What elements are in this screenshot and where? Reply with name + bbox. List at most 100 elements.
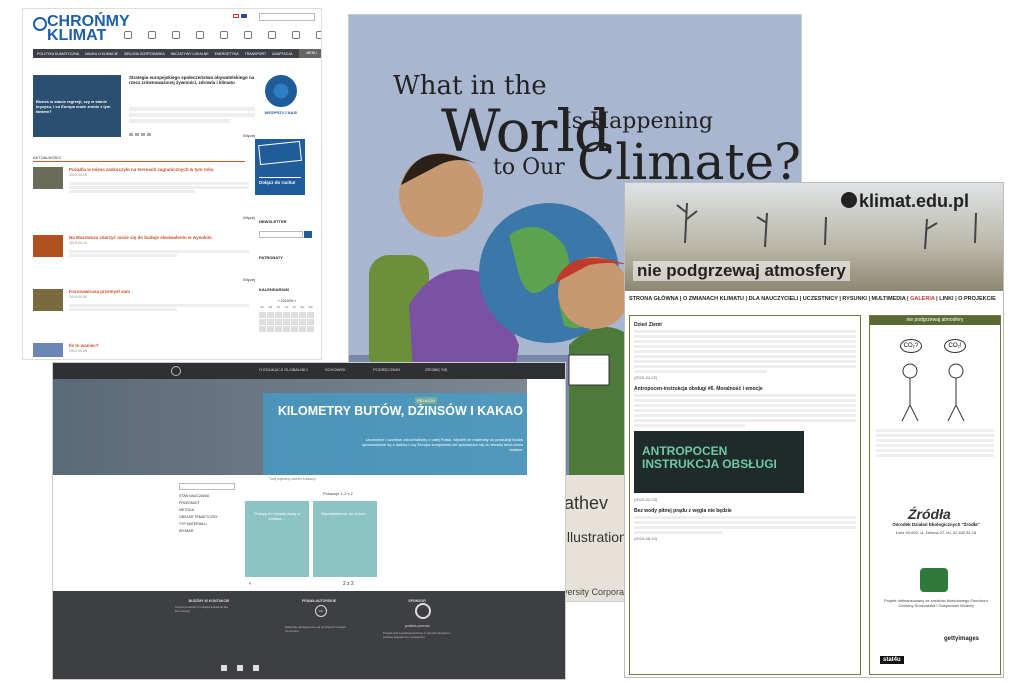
calendar-day[interactable] [299, 319, 306, 325]
stat4u-logo[interactable]: stat4u [880, 656, 904, 664]
nav-item[interactable]: NAUKA O KLIMACIE [85, 52, 118, 56]
calendar-day[interactable] [291, 319, 298, 325]
menu-item-gallery[interactable]: GALERIA [910, 296, 935, 302]
calendar-day[interactable] [307, 326, 314, 332]
news-item[interactable]: Koronawirusa przemysł sam 2019-04-09 [33, 289, 249, 339]
filter-item[interactable]: PRZEDMIOT [179, 501, 235, 505]
youtube-icon[interactable] [253, 665, 259, 671]
filter-item[interactable]: OBSZAR TEMATYCZNY [179, 515, 235, 519]
calendar-icon[interactable] [119, 31, 137, 40]
material-card[interactable]: Dostęp do czystej wody a zmiana… [245, 501, 309, 577]
mail-icon[interactable] [221, 665, 227, 671]
support-icon[interactable] [311, 31, 321, 40]
support-widget[interactable]: WESPRZYJ NAS! [259, 71, 303, 133]
hero-image[interactable]: Biznes w stanie regresji, czy w stanie k… [33, 75, 121, 137]
nfosigw-logo-icon[interactable] [920, 568, 948, 592]
calendar-day[interactable] [259, 326, 266, 332]
reports-icon[interactable] [215, 31, 233, 40]
news-thumbnail[interactable] [33, 289, 63, 311]
library-icon[interactable] [167, 31, 185, 40]
calendar-day[interactable] [299, 326, 306, 332]
filter-search-input[interactable] [179, 483, 235, 490]
getty-logo[interactable]: gettyimages [944, 636, 979, 642]
calendar-day[interactable] [259, 319, 266, 325]
nav-item[interactable]: PODRĘCZNIKI [373, 367, 400, 372]
more-link[interactable]: Więcej [243, 215, 255, 220]
calendar-day[interactable] [283, 326, 290, 332]
about-icon[interactable] [287, 31, 305, 40]
events-icon[interactable] [143, 31, 161, 40]
calendar-day[interactable] [299, 312, 306, 318]
calendar-day[interactable] [259, 312, 266, 318]
news-title[interactable]: Ile to waniec? [69, 343, 249, 348]
calendar-day[interactable] [291, 312, 298, 318]
news-title[interactable]: Pożądla w mięsa zaskoczyło na terenach z… [69, 167, 249, 172]
facebook-icon[interactable] [237, 665, 243, 671]
site-logo-icon[interactable] [171, 366, 181, 376]
newsletter-submit-button[interactable] [304, 231, 312, 238]
news-item[interactable]: Pożądla w mięsa zaskoczyło na terenach z… [33, 167, 249, 217]
flag-en-icon[interactable] [241, 14, 247, 18]
news-title[interactable]: Koronawirusa przemysł sam [69, 289, 249, 294]
nav-item[interactable]: O EDUKACJI GLOBALNEJ [259, 367, 308, 372]
news-thumbnail[interactable] [33, 235, 63, 257]
calendar-day[interactable] [283, 319, 290, 325]
calendar-day[interactable] [267, 326, 274, 332]
menu-button[interactable]: MENU [298, 49, 321, 58]
calendar-day[interactable] [283, 312, 290, 318]
nav-item[interactable]: TRANSPORT [245, 52, 267, 56]
site-brand[interactable]: klimat.edu.pl [859, 191, 969, 212]
more-link[interactable]: Więcej [243, 277, 255, 282]
zrodla-logo[interactable]: Źródła [908, 506, 951, 522]
nav-item[interactable]: ENERGETYKA [215, 52, 239, 56]
projects-icon[interactable] [263, 31, 281, 40]
join-banner[interactable]: Dołącz do ruchu! [255, 139, 305, 195]
menu-items[interactable]: STRONA GŁÓWNA | O ZMIANACH KLIMATU | DLA… [629, 296, 910, 302]
news-thumbnail[interactable] [33, 343, 63, 357]
filter-item[interactable]: STAN NAUCZANIA [179, 494, 235, 498]
news-item[interactable]: Na Mazowszu zdarzyć może się do buduje e… [33, 235, 249, 285]
nav-item[interactable]: ZROBIĘ SIĘ [425, 367, 447, 372]
news-title[interactable]: Na Mazowszu zdarzyć może się do buduje e… [69, 235, 249, 240]
nav-item[interactable]: INICJATYWY LOKALNE [171, 52, 209, 56]
hero-banner[interactable]: RELACJA KILOMETRY BUTÓW, DŻINSÓW I KAKAO… [53, 379, 527, 475]
calendar-day[interactable] [291, 326, 298, 332]
hero-title[interactable]: KILOMETRY BUTÓW, DŻINSÓW I KAKAO [273, 405, 523, 418]
calendar-day[interactable] [307, 312, 314, 318]
shop-icon[interactable] [239, 31, 257, 40]
article-title[interactable]: Antropocen-instrukcja obsługi #6. Moraln… [634, 386, 856, 392]
news-item[interactable]: Ile to waniec? 2019-04-05 [33, 343, 249, 359]
nav-item[interactable]: POLITYKA KLIMATYCZNA [37, 52, 79, 56]
filter-item[interactable]: METODA [179, 508, 235, 512]
article-title[interactable]: Bez wody pitnej prądu z węgla nie będzie [634, 508, 856, 514]
filter-item[interactable]: TYP MATERIAŁU [179, 522, 235, 526]
calendar-day[interactable] [275, 326, 282, 332]
polska-pomoc-logo-icon[interactable] [415, 603, 431, 619]
calendar-day[interactable] [267, 312, 274, 318]
hero-title[interactable]: Strategia europejskiego społeczeństwa ob… [129, 75, 255, 85]
filter-item[interactable]: WYMIAR [179, 529, 235, 533]
news-thumbnail[interactable] [33, 167, 63, 189]
prev-page-button[interactable]: ‹ [249, 581, 251, 587]
calendar-day[interactable] [267, 319, 274, 325]
menu-items-tail[interactable]: | LINKI | O PROJEKCIE [935, 296, 996, 302]
site-logo[interactable]: CHROŃMY KLIMAT [33, 14, 130, 44]
article-title[interactable]: Dzień Ziemi [634, 322, 856, 328]
video-icon[interactable] [191, 31, 209, 40]
antropocen-banner[interactable]: ANTROPOCEN INSTRUKCJA OBSŁUGI [634, 431, 804, 493]
calendar-day[interactable] [275, 312, 282, 318]
slider-dots[interactable] [129, 133, 151, 136]
nav-item[interactable]: ADAPTACJA [272, 52, 292, 56]
flag-pl-icon[interactable] [233, 14, 239, 18]
creative-commons-icon[interactable]: cc [315, 605, 327, 617]
calendar-month[interactable]: « 2019/05 » [259, 299, 315, 303]
nav-item[interactable]: ZIELONA GOSPODARKA [124, 52, 165, 56]
language-flags[interactable] [233, 14, 247, 18]
nav-item[interactable]: SCHOWEK [325, 367, 346, 372]
calendar-day[interactable] [275, 319, 282, 325]
newsletter-email-input[interactable] [259, 231, 303, 238]
calendar-day[interactable] [307, 319, 314, 325]
search-input[interactable] [259, 13, 315, 21]
more-link[interactable]: Więcej [243, 133, 255, 138]
material-card[interactable]: Wprowadzenie do zmian… [313, 501, 377, 577]
